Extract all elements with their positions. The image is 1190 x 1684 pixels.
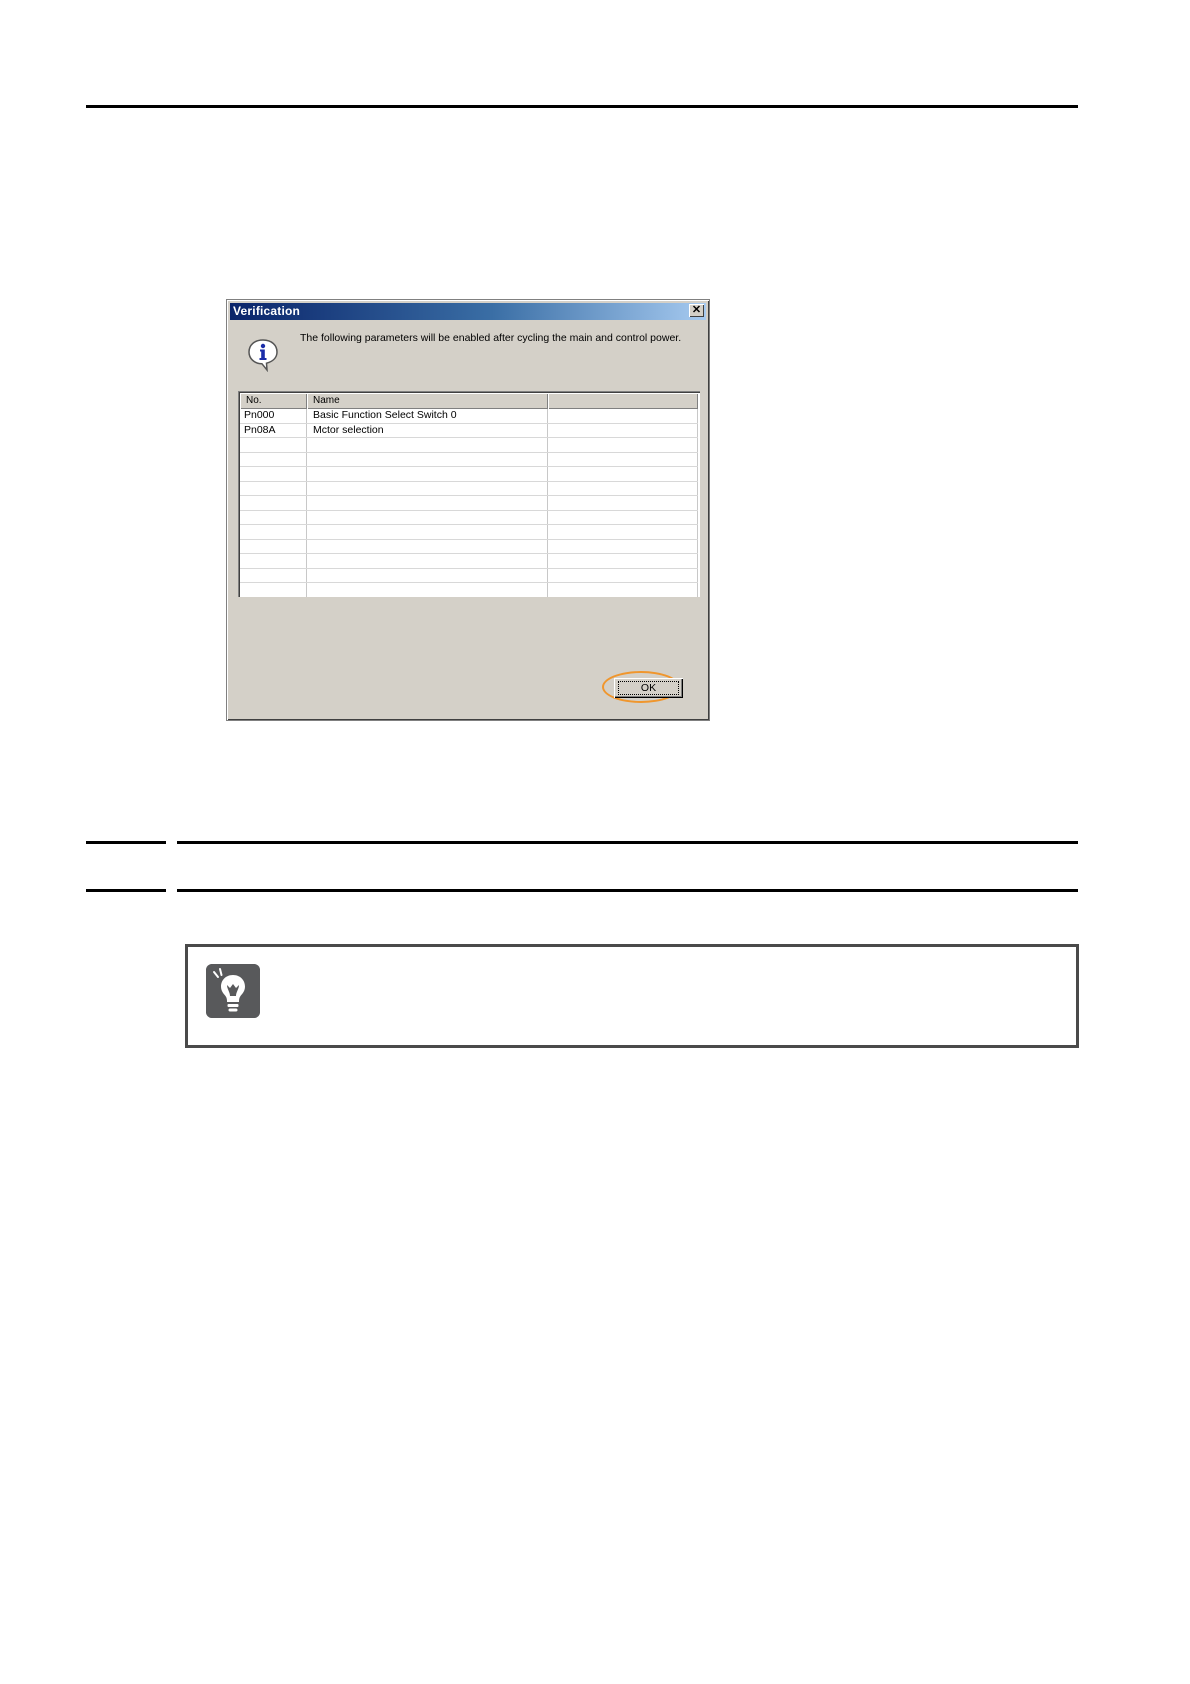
list-row-empty: [240, 467, 698, 482]
section-rule-top-long: [177, 841, 1078, 844]
list-header: No. Name: [240, 393, 698, 409]
dialog-titlebar[interactable]: Verification ✕: [230, 303, 706, 320]
list-row[interactable]: Pn08A Mctor selection: [240, 423, 698, 438]
cell-empty: [548, 539, 698, 553]
cell-empty: [307, 481, 548, 495]
cell-empty: [307, 438, 548, 452]
cell-name: Mctor selection: [307, 423, 548, 437]
cell-extra: [548, 409, 698, 423]
cell-empty: [240, 568, 307, 582]
list-row[interactable]: Pn000 Basic Function Select Switch 0: [240, 409, 698, 424]
close-icon: ✕: [691, 304, 702, 316]
cell-empty: [240, 583, 307, 597]
cell-empty: [548, 438, 698, 452]
cell-empty: [548, 583, 698, 597]
cell-empty: [548, 496, 698, 510]
list-row-empty: [240, 539, 698, 554]
column-header-name[interactable]: Name: [307, 393, 548, 409]
cell-empty: [307, 525, 548, 539]
list-row-empty: [240, 525, 698, 540]
cell-empty: [307, 539, 548, 553]
close-button[interactable]: ✕: [689, 304, 704, 317]
list-row-empty: [240, 568, 698, 583]
section-rule-bottom-long: [177, 889, 1078, 892]
cell-empty: [307, 496, 548, 510]
focus-rect: [618, 681, 679, 695]
cell-empty: [307, 452, 548, 466]
cell-empty: [307, 568, 548, 582]
cell-empty: [240, 510, 307, 524]
cell-empty: [548, 554, 698, 568]
list-row-empty: [240, 583, 698, 597]
cell-empty: [240, 525, 307, 539]
cell-empty: [240, 452, 307, 466]
cell-empty: [240, 438, 307, 452]
cell-name: Basic Function Select Switch 0: [307, 409, 548, 423]
cell-empty: [240, 554, 307, 568]
cell-empty: [548, 452, 698, 466]
cell-empty: [548, 525, 698, 539]
cell-empty: [548, 510, 698, 524]
cell-empty: [307, 554, 548, 568]
ok-button[interactable]: OK: [614, 678, 683, 698]
list-body: Pn000 Basic Function Select Switch 0 Pn0…: [240, 409, 698, 597]
cell-no: Pn08A: [240, 423, 307, 437]
cell-empty: [240, 481, 307, 495]
cell-empty: [240, 539, 307, 553]
list-row-empty: [240, 438, 698, 453]
cell-empty: [307, 583, 548, 597]
cell-no: Pn000: [240, 409, 307, 423]
parameter-list[interactable]: No. Name Pn000 Basic Function Select Swi…: [238, 391, 700, 597]
dialog-title: Verification: [233, 304, 301, 318]
section-rule-bottom-short: [86, 889, 166, 892]
cell-empty: [548, 568, 698, 582]
cell-extra: [548, 423, 698, 437]
cell-empty: [240, 467, 307, 481]
cell-empty: [307, 467, 548, 481]
dialog-message: The following parameters will be enabled…: [300, 332, 682, 344]
cell-empty: [548, 481, 698, 495]
list-row-empty: [240, 481, 698, 496]
header-rule: [86, 105, 1078, 108]
list-row-empty: [240, 554, 698, 569]
cell-empty: [548, 467, 698, 481]
section-rule-top-short: [86, 841, 166, 844]
cell-empty: [307, 510, 548, 524]
info-icon: [248, 339, 278, 372]
list-row-empty: [240, 510, 698, 525]
list-row-empty: [240, 452, 698, 467]
column-header-no[interactable]: No.: [240, 393, 307, 409]
lightbulb-icon: [206, 964, 260, 1018]
verification-dialog: Verification ✕ The following parameters …: [226, 299, 710, 721]
list-row-empty: [240, 496, 698, 511]
cell-empty: [240, 496, 307, 510]
column-header-blank[interactable]: [548, 393, 698, 409]
note-box: [185, 944, 1079, 1048]
